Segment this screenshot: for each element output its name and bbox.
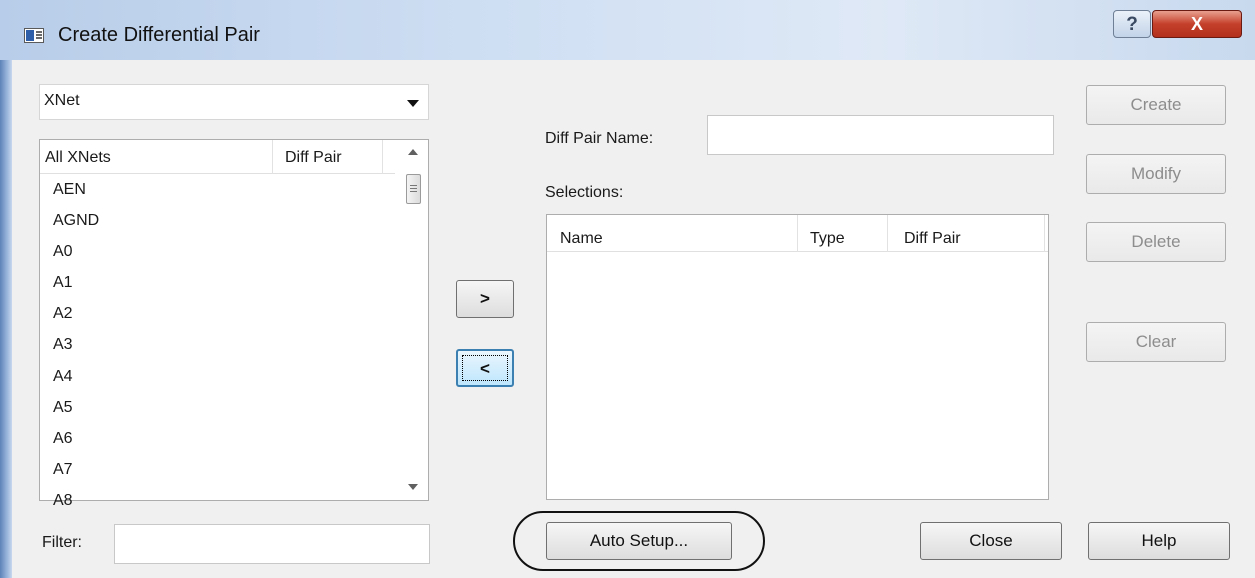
list-item[interactable]: A0 <box>53 238 99 269</box>
selections-list-header: Name Type Diff Pair <box>547 215 1048 252</box>
diff-pair-name-label: Diff Pair Name: <box>545 130 654 147</box>
help-button[interactable]: Help <box>1088 522 1230 560</box>
scroll-up-arrow-icon[interactable] <box>408 149 418 155</box>
selections-list[interactable]: Name Type Diff Pair <box>546 214 1049 500</box>
titlebar-help-button[interactable]: ? <box>1113 10 1151 38</box>
filter-input[interactable] <box>114 524 430 564</box>
create-diff-pair-dialog: Create Differential Pair ? X XNet All XN… <box>0 0 1255 578</box>
xnet-list-header: All XNets Diff Pair <box>40 140 395 174</box>
auto-setup-button[interactable]: Auto Setup... <box>546 522 732 560</box>
list-item[interactable]: A8 <box>53 487 99 518</box>
delete-button[interactable]: Delete <box>1086 222 1226 262</box>
modify-button[interactable]: Modify <box>1086 154 1226 194</box>
chevron-down-icon <box>407 100 419 107</box>
column-header-all-xnets[interactable]: All XNets <box>40 140 273 174</box>
column-header-selection-diff-pair[interactable]: Diff Pair <box>888 215 1045 252</box>
list-item[interactable]: AGND <box>53 207 99 238</box>
xnet-list[interactable]: All XNets Diff Pair AEN AGND A0 A1 A2 A3… <box>39 139 429 509</box>
remove-from-selection-button[interactable]: < <box>456 349 514 387</box>
add-to-selection-button[interactable]: > <box>456 280 514 318</box>
list-item[interactable]: AEN <box>53 176 99 207</box>
diff-pair-name-input[interactable] <box>707 115 1054 155</box>
column-header-diff-pair[interactable]: Diff Pair <box>273 140 383 174</box>
column-header-type[interactable]: Type <box>798 215 888 252</box>
list-item[interactable]: A3 <box>53 331 99 362</box>
selections-label: Selections: <box>545 184 624 201</box>
close-button[interactable]: Close <box>920 522 1062 560</box>
xnet-list-items: AEN AGND A0 A1 A2 A3 A4 A5 A6 A7 A8 <box>53 176 99 518</box>
titlebar-close-button[interactable]: X <box>1152 10 1242 38</box>
column-header-name[interactable]: Name <box>547 215 798 252</box>
filter-label: Filter: <box>42 534 82 551</box>
list-item[interactable]: A1 <box>53 269 99 300</box>
net-type-dropdown[interactable]: XNet <box>39 84 429 120</box>
list-item[interactable]: A7 <box>53 456 99 487</box>
title-bar[interactable]: Create Differential Pair ? X <box>0 0 1255 60</box>
create-button[interactable]: Create <box>1086 85 1226 125</box>
net-type-value: XNet <box>44 92 80 109</box>
window-app-icon <box>24 28 44 43</box>
xnet-list-scrollbar[interactable] <box>398 140 428 500</box>
list-item[interactable]: A2 <box>53 300 99 331</box>
window-left-frame <box>0 0 12 578</box>
list-item[interactable]: A4 <box>53 363 99 394</box>
scroll-down-arrow-icon[interactable] <box>408 484 418 490</box>
window-title: Create Differential Pair <box>58 24 260 46</box>
focus-rectangle <box>462 355 508 381</box>
clear-button[interactable]: Clear <box>1086 322 1226 362</box>
list-item[interactable]: A6 <box>53 425 99 456</box>
scroll-thumb[interactable] <box>406 174 421 204</box>
list-item[interactable]: A5 <box>53 394 99 425</box>
